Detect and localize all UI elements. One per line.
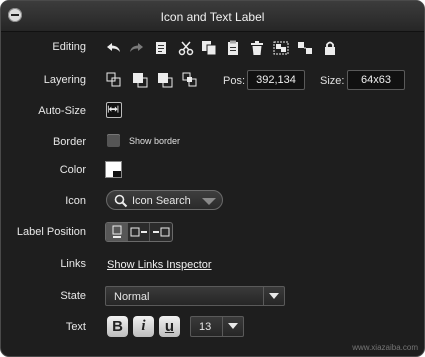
icon-label: Icon [65,195,86,207]
color-dropdown-icon [113,171,121,177]
color-swatch[interactable] [105,161,122,178]
text-label: Text [65,321,86,333]
delete-icon[interactable] [248,39,266,57]
icon-search-label: Icon Search [132,195,191,207]
send-to-back-icon[interactable] [181,71,199,89]
lock-icon[interactable] [321,39,339,57]
bring-forward-icon[interactable] [156,71,174,89]
cut-icon[interactable] [177,39,195,57]
icon-search-button[interactable]: Icon Search [106,190,223,210]
label-right-icon[interactable] [128,223,150,241]
redo-icon[interactable] [127,39,145,57]
color-label: Color [59,164,86,176]
font-size-value: 13 [199,321,212,333]
chevron-down-icon [202,198,216,205]
label-left-icon[interactable] [150,223,172,241]
italic-button[interactable]: i [133,316,154,337]
underline-button[interactable]: u [159,316,180,337]
chevron-down-icon [263,287,284,305]
state-select[interactable]: Normal [105,286,285,306]
label-position-segmented [105,222,173,242]
state-value: Normal [114,291,150,303]
size-field[interactable]: 64x63 [347,70,405,90]
show-links-inspector-link[interactable]: Show Links Inspector [107,259,212,271]
panel-title: Icon and Text Label [160,10,265,24]
border-label: Border [52,136,86,148]
search-icon [114,194,128,208]
font-size-select[interactable]: 13 [190,316,244,337]
label-position-label: Label Position [16,226,86,238]
ungroup-icon[interactable] [296,39,314,57]
title-bar: Icon and Text Label [1,1,424,32]
position-field[interactable]: 392,134 [247,70,305,90]
send-backward-icon[interactable] [131,71,149,89]
links-label: Links [60,258,86,270]
auto-size-label: Auto-Size [38,105,86,117]
layering-label: Layering [43,74,86,86]
undo-icon[interactable] [105,39,123,57]
paste-icon[interactable] [224,39,242,57]
inspector-panel: Icon and Text Label Editing Layering Pos… [0,0,425,357]
size-label: Size: [320,75,345,87]
auto-size-icon[interactable] [106,102,122,118]
copy-style-icon[interactable] [153,39,171,57]
label-below-icon[interactable] [106,223,128,241]
bring-to-front-icon[interactable] [105,71,123,89]
show-border-label: Show border [129,136,181,146]
show-border-checkbox[interactable] [107,134,120,147]
watermark: www.xiazaiba.com [352,343,418,352]
copy-icon[interactable] [200,39,218,57]
pos-label: Pos: [223,75,246,87]
bold-button[interactable]: B [107,316,128,337]
group-icon[interactable] [272,39,290,57]
chevron-down-icon [222,317,243,336]
state-label: State [60,290,86,302]
editing-label: Editing [52,41,86,53]
